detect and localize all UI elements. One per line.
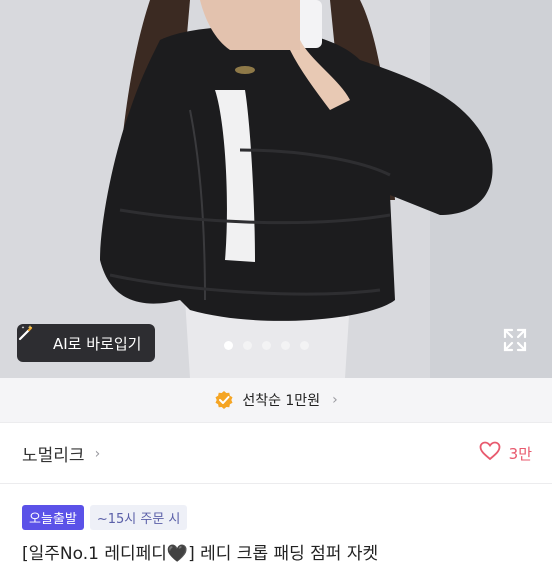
heart-icon: [479, 441, 501, 465]
ai-try-on-label: AI로 바로입기: [53, 334, 142, 353]
like-button[interactable]: 3만: [479, 441, 532, 465]
carousel-dot[interactable]: [224, 341, 233, 350]
chevron-right-icon: ›: [94, 445, 101, 462]
promo-banner[interactable]: 선착순 1만원 ›: [0, 378, 552, 422]
carousel-dot[interactable]: [243, 341, 252, 350]
brand-link[interactable]: 노멀리크 ›: [22, 441, 101, 467]
brand-row: 노멀리크 › 3만: [0, 423, 552, 483]
today-shipping-badge: 오늘출발: [22, 505, 84, 530]
carousel-indicator: [224, 341, 309, 350]
order-deadline-badge: ~15시 주문 시: [89, 505, 188, 530]
divider: [0, 483, 552, 484]
promo-text: 선착순 1만원: [242, 393, 321, 409]
product-image-carousel[interactable]: AI로 바로입기: [0, 0, 552, 378]
like-count: 3만: [508, 444, 532, 463]
carousel-dot[interactable]: [300, 341, 309, 350]
check-badge-icon: [214, 390, 234, 410]
expand-icon[interactable]: [502, 327, 528, 353]
carousel-dot[interactable]: [262, 341, 271, 350]
shipping-badges: 오늘출발 ~15시 주문 시: [22, 505, 188, 530]
brand-name: 노멀리크: [22, 446, 85, 466]
magic-wand-icon: [18, 325, 45, 352]
ai-try-on-button[interactable]: AI로 바로입기: [17, 324, 156, 362]
carousel-dot[interactable]: [281, 341, 290, 350]
chevron-right-icon: ›: [332, 392, 338, 408]
product-photo: [0, 0, 552, 378]
